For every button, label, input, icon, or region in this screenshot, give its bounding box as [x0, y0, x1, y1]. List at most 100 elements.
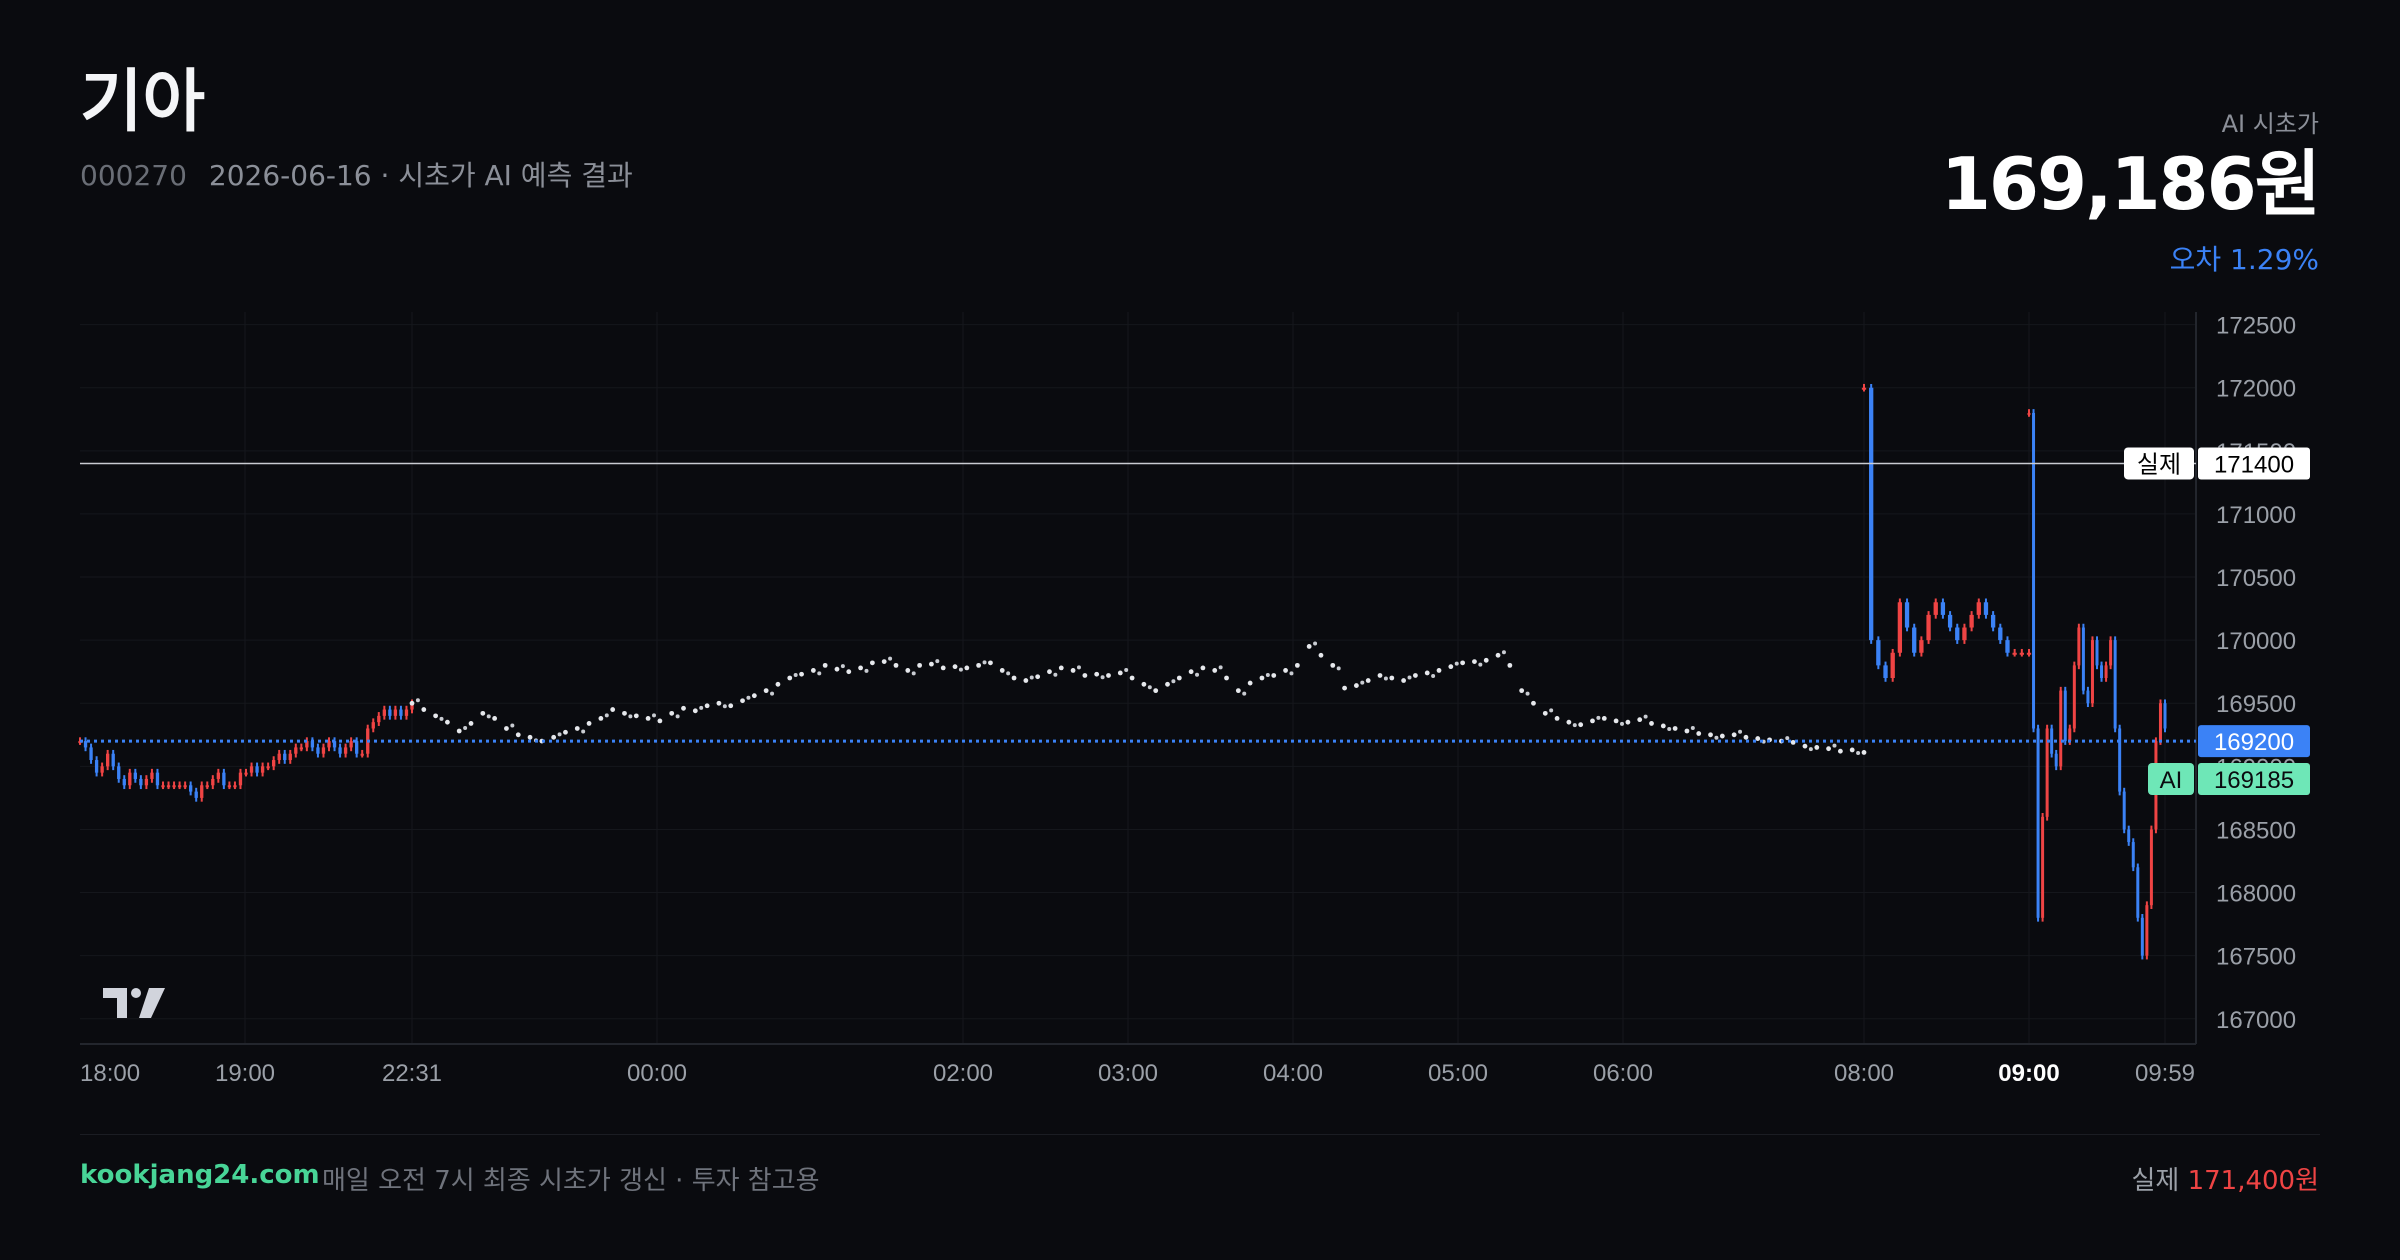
trace-point — [1318, 652, 1324, 658]
trace-point — [1023, 678, 1029, 683]
trace-point — [1578, 722, 1584, 728]
candle-body — [388, 709, 392, 716]
trace-point — [492, 715, 498, 721]
candle-body — [2077, 627, 2081, 666]
x-tick-label: 09:00 — [1998, 1060, 2059, 1087]
trace-point — [1738, 729, 1743, 734]
candle-body — [277, 753, 281, 761]
trace-point — [940, 665, 946, 671]
trace-point — [1743, 734, 1749, 740]
actual-value-tag-text: 171400 — [2214, 451, 2294, 478]
candle-body — [166, 785, 171, 788]
tradingview-logo-icon[interactable] — [103, 988, 165, 1022]
trace-point — [1265, 673, 1270, 677]
trace-point — [1070, 668, 1076, 673]
x-tick-label: 04:00 — [1263, 1060, 1323, 1087]
trace-point — [645, 715, 651, 721]
trace-point — [463, 726, 468, 731]
candle-body — [316, 747, 320, 754]
y-tick-label: 172500 — [2216, 313, 2296, 340]
trace-point — [652, 713, 656, 718]
candle-body — [122, 778, 126, 786]
trace-point — [1601, 715, 1607, 721]
trace-point — [716, 700, 722, 706]
candle-body — [2068, 728, 2072, 742]
trace-point — [1596, 715, 1601, 720]
trace-point — [1360, 680, 1365, 685]
trace-point — [1755, 736, 1761, 741]
x-tick-label: 06:00 — [1593, 1060, 1653, 1087]
candle-body — [2109, 640, 2113, 666]
candle-body — [117, 766, 121, 779]
x-tick-label: 09:59 — [2135, 1060, 2195, 1087]
candle-body — [139, 778, 143, 786]
candle-body — [128, 772, 132, 786]
candle-body — [272, 760, 276, 767]
trace-point — [1129, 675, 1135, 681]
trace-point — [1330, 662, 1336, 668]
trace-point — [527, 734, 533, 740]
trace-point — [415, 698, 420, 703]
trace-point — [1218, 665, 1223, 670]
candle-body — [1897, 602, 1903, 653]
candle-body — [299, 747, 303, 750]
candle-body — [1869, 387, 1874, 641]
trace-point — [1336, 666, 1341, 671]
candle-body — [2149, 829, 2153, 906]
trace-point — [598, 715, 604, 721]
candle-body — [227, 785, 232, 788]
trace-point — [1106, 673, 1111, 678]
trace-point — [1731, 732, 1737, 738]
candle-body — [1919, 640, 1924, 653]
candle-body — [377, 715, 381, 723]
candle-body — [1998, 627, 2003, 641]
candle-body — [83, 741, 88, 748]
trace-point — [480, 710, 486, 716]
trace-point — [669, 710, 675, 716]
trace-point — [858, 665, 863, 671]
trace-point — [1294, 662, 1300, 668]
trace-point — [1407, 675, 1412, 680]
trace-point — [1625, 719, 1631, 725]
price-chart[interactable]: 1725001720001715001710001705001700001695… — [0, 0, 2400, 1260]
candle-body — [2136, 867, 2140, 918]
candle-body — [2081, 627, 2085, 691]
trace-point — [1802, 743, 1808, 749]
trace-point — [1460, 660, 1466, 666]
price-chart-svg: 1725001720001715001710001705001700001695… — [78, 312, 2310, 1087]
trace-point — [1259, 675, 1265, 681]
candle-body — [1969, 614, 1974, 628]
trace-point — [1212, 668, 1218, 673]
trace-point — [1549, 708, 1554, 713]
trace-point — [751, 693, 757, 699]
candle-body — [404, 709, 409, 716]
trace-point — [1029, 675, 1034, 680]
candle-body — [106, 753, 110, 767]
candle-body — [2086, 690, 2090, 704]
trace-point — [1076, 665, 1081, 670]
trace-point — [1714, 735, 1719, 740]
trace-point — [770, 691, 775, 696]
y-tick-label: 170000 — [2216, 628, 2296, 655]
trace-point — [864, 668, 869, 673]
y-tick-label: 167000 — [2216, 1007, 2296, 1034]
site-brand-link[interactable]: kookjang24.com — [80, 1160, 320, 1190]
y-tick-label: 172000 — [2216, 376, 2296, 403]
trace-point — [1413, 673, 1418, 678]
trace-point — [952, 664, 958, 670]
candle-body — [260, 766, 265, 773]
candle-body — [94, 760, 99, 773]
x-tick-label: 03:00 — [1098, 1060, 1158, 1087]
trace-point — [1690, 726, 1695, 731]
trace-point — [988, 660, 993, 666]
trace-point — [793, 673, 798, 677]
trace-point — [657, 718, 663, 724]
candle-body — [2026, 652, 2032, 655]
trace-point — [1377, 673, 1383, 678]
candle-body — [2036, 728, 2040, 918]
candle-body — [150, 772, 154, 779]
candle-body — [399, 709, 403, 716]
candle-body — [1926, 614, 1931, 641]
trace-point — [1643, 714, 1648, 719]
candle-body — [1955, 627, 1960, 641]
